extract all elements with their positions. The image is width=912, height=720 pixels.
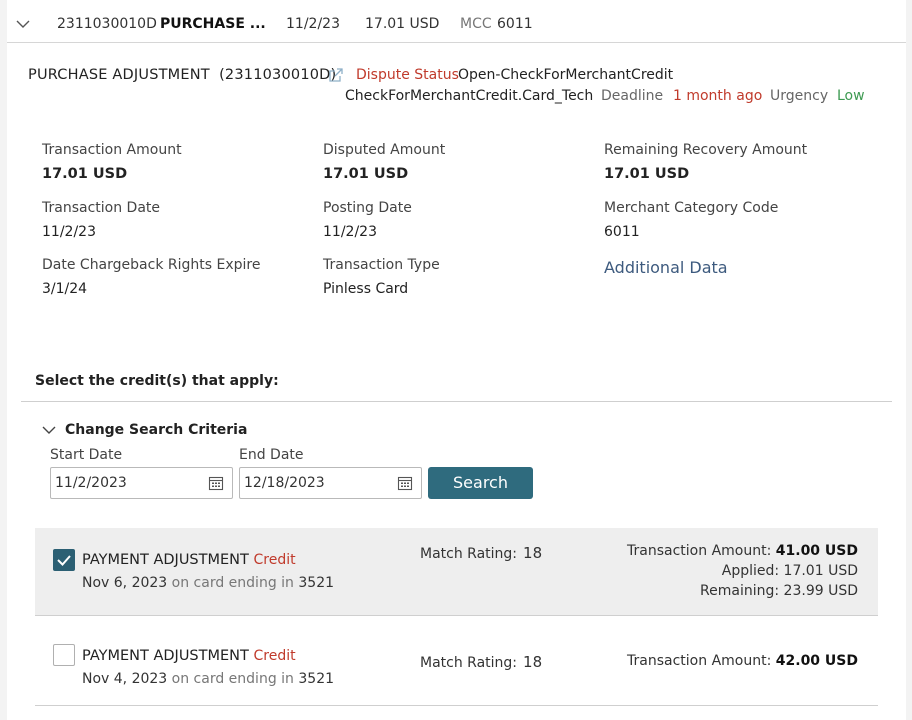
external-link-icon[interactable]: [328, 67, 344, 83]
disputed-amount-value: 17.01 USD: [323, 166, 409, 182]
chevron-down-icon[interactable]: [14, 15, 32, 33]
credit-checkbox[interactable]: [53, 644, 75, 666]
match-rating-label: Match Rating:: [420, 655, 518, 671]
chargeback-expire-value: 3/1/24: [42, 281, 88, 297]
match-rating-value: 18: [523, 544, 543, 562]
credit-date: Nov 4, 2023: [82, 671, 168, 687]
transaction-type-value: Pinless Card: [323, 281, 409, 297]
match-rating: Match Rating: 18: [420, 653, 542, 671]
credit-amount-value: 42.00 USD: [775, 653, 858, 669]
transaction-date-label: Transaction Date: [42, 200, 161, 216]
title-text: PURCHASE ADJUSTMENT: [28, 67, 210, 83]
card-ending-text: on card ending in: [171, 575, 294, 591]
credit-item-date: Nov 4, 2023 on card ending in 3521: [82, 671, 334, 687]
additional-data-link[interactable]: Additional Data: [604, 258, 728, 277]
match-rating: Match Rating: 18: [420, 544, 542, 562]
dispute-status-label: Dispute Status: [356, 67, 459, 83]
end-date-label: End Date: [239, 447, 304, 463]
chevron-down-icon[interactable]: [41, 422, 57, 438]
end-date-input[interactable]: 12/18/2023: [239, 467, 422, 499]
credit-item-title: PAYMENT ADJUSTMENT Credit: [82, 552, 296, 568]
credit-applied: Applied: 17.01 USD: [721, 563, 858, 579]
checkmark-icon: [57, 555, 71, 566]
credit-kind: Credit: [253, 648, 296, 664]
summary-mcc: 6011: [497, 16, 533, 32]
chargeback-expire-label: Date Chargeback Rights Expire: [42, 257, 261, 273]
urgency-value: Low: [837, 88, 865, 104]
credit-title-text: PAYMENT ADJUSTMENT: [82, 552, 249, 568]
start-date-input[interactable]: 11/2/2023: [50, 467, 233, 499]
mcc-label: Merchant Category Code: [604, 200, 779, 216]
credit-item-date: Nov 6, 2023 on card ending in 3521: [82, 575, 334, 591]
title-id: (2311030010D): [219, 67, 337, 83]
mcc-value: 6011: [604, 224, 640, 240]
credit-title-text: PAYMENT ADJUSTMENT: [82, 648, 249, 664]
transaction-summary-row[interactable]: 2311030010D PURCHASE ... 11/2/23 17.01 U…: [7, 6, 906, 43]
credit-list-item[interactable]: PAYMENT ADJUSTMENT Credit Nov 6, 2023 on…: [35, 528, 878, 616]
card-number: 3521: [298, 671, 335, 687]
credits-section-title: Select the credit(s) that apply:: [35, 373, 279, 389]
summary-id: 2311030010D: [57, 16, 157, 32]
summary-amount: 17.01 USD: [365, 16, 440, 32]
credit-amount: Transaction Amount: 41.00 USD: [627, 543, 858, 559]
remaining-recovery-value: 17.01 USD: [604, 166, 690, 182]
deadline-value: 1 month ago: [673, 88, 763, 104]
credit-amount-value: 41.00 USD: [775, 543, 858, 559]
credit-item-title: PAYMENT ADJUSTMENT Credit: [82, 648, 296, 664]
credit-checkbox[interactable]: [53, 549, 75, 571]
dispute-card: 2311030010D PURCHASE ... 11/2/23 17.01 U…: [7, 0, 906, 720]
queue-name: CheckForMerchantCredit.Card_Tech: [345, 88, 594, 104]
summary-date: 11/2/23: [286, 16, 340, 32]
credit-amount: Transaction Amount: 42.00 USD: [627, 653, 858, 669]
divider: [21, 401, 892, 402]
credit-amount-label: Transaction Amount:: [627, 543, 772, 559]
match-rating-label: Match Rating:: [420, 546, 518, 562]
disputed-amount-label: Disputed Amount: [323, 142, 446, 158]
calendar-icon[interactable]: [397, 475, 413, 491]
credit-kind: Credit: [253, 552, 296, 568]
transaction-type-label: Transaction Type: [323, 257, 440, 273]
change-search-criteria-toggle[interactable]: Change Search Criteria: [65, 422, 247, 438]
summary-mcc-label: MCC: [460, 16, 492, 32]
calendar-icon[interactable]: [208, 475, 224, 491]
credit-list-item[interactable]: PAYMENT ADJUSTMENT Credit Nov 4, 2023 on…: [35, 617, 878, 706]
credit-remaining: Remaining: 23.99 USD: [700, 583, 858, 599]
transaction-amount-value: 17.01 USD: [42, 166, 128, 182]
start-date-label: Start Date: [50, 447, 123, 463]
transaction-date-value: 11/2/23: [42, 224, 96, 240]
card-ending-text: on card ending in: [171, 671, 294, 687]
match-rating-value: 18: [523, 653, 543, 671]
transaction-amount-label: Transaction Amount: [42, 142, 182, 158]
dispute-status-value: Open-CheckForMerchantCredit: [458, 67, 674, 83]
credit-date: Nov 6, 2023: [82, 575, 168, 591]
deadline-label: Deadline: [601, 88, 664, 104]
search-button[interactable]: Search: [428, 467, 533, 499]
credit-amount-label: Transaction Amount:: [627, 653, 772, 669]
page-title: PURCHASE ADJUSTMENT (2311030010D): [28, 67, 336, 83]
card-number: 3521: [298, 575, 335, 591]
posting-date-label: Posting Date: [323, 200, 412, 216]
summary-type: PURCHASE ...: [160, 16, 266, 32]
posting-date-value: 11/2/23: [323, 224, 377, 240]
remaining-recovery-label: Remaining Recovery Amount: [604, 142, 808, 158]
urgency-label: Urgency: [770, 88, 829, 104]
